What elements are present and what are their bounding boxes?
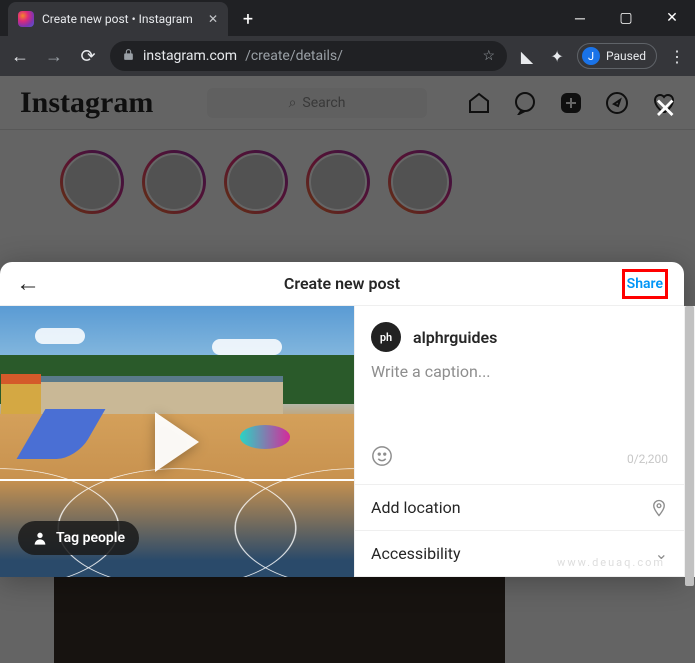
username-label: alphrguides [413,328,497,347]
kebab-menu-icon[interactable]: ⋮ [667,47,687,66]
profile-label: Paused [606,49,646,63]
create-post-modal: ← Create new post Share Tag people [0,262,684,577]
tag-people-button[interactable]: Tag people [18,521,139,555]
url-domain: instagram.com [143,48,237,64]
close-tab-icon[interactable]: ✕ [208,12,218,26]
add-location-label: Add location [371,498,461,517]
address-bar[interactable]: instagram.com/create/details/ ☆ [110,41,507,71]
accessibility-row[interactable]: Accessibility ⌄ [355,531,684,577]
location-pin-icon [650,499,668,517]
chevron-down-icon: ⌄ [655,544,668,563]
play-icon[interactable] [155,412,199,472]
browser-tab[interactable]: Create new post • Instagram ✕ [8,2,228,36]
scrollbar-track[interactable] [684,306,695,577]
back-button[interactable]: ← [8,46,32,67]
modal-title: Create new post [0,274,684,293]
tag-people-label: Tag people [56,530,125,546]
emoji-picker-icon[interactable] [371,445,393,472]
minimize-button[interactable]: ─ [557,0,603,36]
forward-button[interactable]: → [42,46,66,67]
back-arrow-icon[interactable]: ← [16,269,40,298]
profile-avatar-icon: J [582,47,600,65]
new-tab-button[interactable]: + [234,5,262,33]
close-window-button[interactable]: ✕ [649,0,695,36]
character-counter: 0/2,200 [627,452,668,466]
share-button[interactable]: Share [622,269,668,299]
url-path: /create/details/ [245,48,343,64]
person-icon [32,530,48,546]
star-bookmark-icon[interactable]: ☆ [482,48,495,64]
media-preview[interactable]: Tag people [0,306,354,577]
caption-placeholder: Write a caption... [371,362,491,381]
add-location-row[interactable]: Add location [355,485,684,531]
lock-icon [122,48,135,65]
instagram-favicon-icon [18,11,34,27]
scrollbar-thumb[interactable] [685,306,694,586]
extension-icon[interactable]: ◣ [517,47,537,66]
close-modal-icon[interactable]: ✕ [654,92,677,125]
maximize-button[interactable]: ▢ [603,0,649,36]
reload-button[interactable]: ⟳ [76,46,100,67]
tab-title: Create new post • Instagram [42,12,193,26]
accessibility-label: Accessibility [371,544,461,563]
caption-input[interactable]: Write a caption... [355,362,684,437]
extensions-puzzle-icon[interactable]: ✦ [547,47,567,66]
profile-chip[interactable]: J Paused [577,43,657,69]
user-avatar: ph [371,322,401,352]
